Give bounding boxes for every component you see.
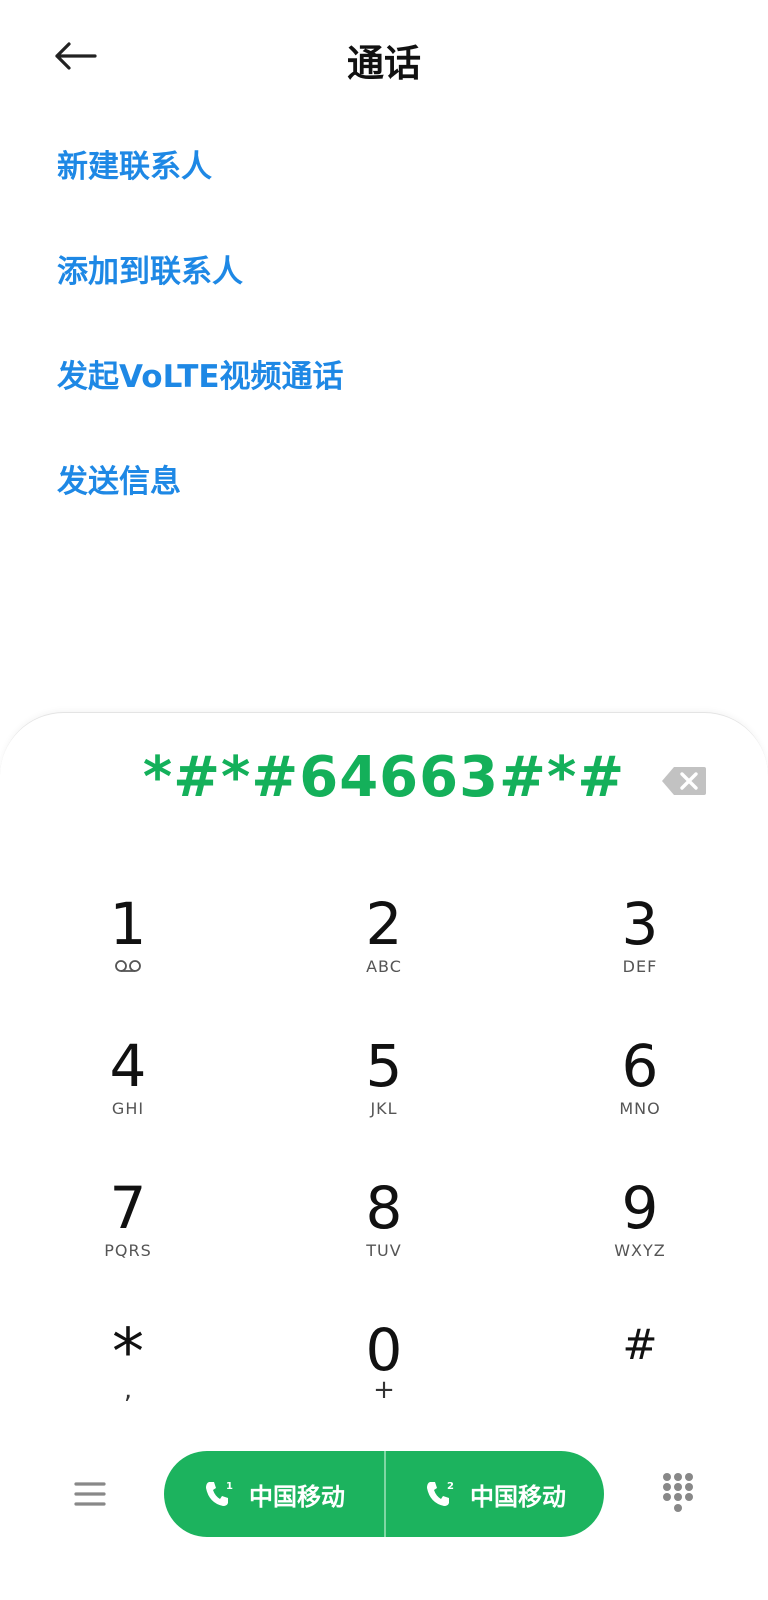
dialpad-grid-icon xyxy=(663,1473,693,1512)
phone-sim1-icon: 1 xyxy=(203,1479,233,1509)
send-message-option[interactable]: 发送信息 xyxy=(0,430,768,535)
page-title: 通话 xyxy=(347,42,421,85)
key-digit: 0 xyxy=(365,1316,403,1384)
backspace-icon xyxy=(662,767,706,795)
key-letters: WXYZ xyxy=(614,1241,666,1260)
key-letters: GHI xyxy=(111,1099,145,1118)
add-to-contact-option[interactable]: 添加到联系人 xyxy=(0,220,768,325)
key-letters: PQRS xyxy=(104,1241,152,1260)
key-digit: 7 xyxy=(109,1174,147,1242)
key-digit: 1 xyxy=(109,890,147,958)
key-digit: 3 xyxy=(621,890,659,958)
key-letters: TUV xyxy=(366,1241,402,1260)
key-5[interactable]: 5 JKL xyxy=(284,1033,484,1153)
options-menu: 新建联系人 添加到联系人 发起VoLTE视频通话 发送信息 xyxy=(0,115,768,535)
key-hash[interactable]: # xyxy=(540,1317,740,1437)
call-buttons: 1 中国移动 2 中国移动 xyxy=(164,1451,604,1537)
key-8[interactable]: 8 TUV xyxy=(284,1175,484,1295)
key-letters: DEF xyxy=(622,957,658,976)
key-digit: 9 xyxy=(621,1174,659,1242)
voicemail-indicator xyxy=(28,957,228,977)
volte-video-call-option[interactable]: 发起VoLTE视频通话 xyxy=(0,325,768,430)
call-sim2-button[interactable]: 2 中国移动 xyxy=(384,1451,604,1537)
key-digit: 4 xyxy=(109,1032,147,1100)
key-0[interactable]: 0 + xyxy=(284,1317,484,1437)
key-letters: ABC xyxy=(366,957,402,976)
backspace-button[interactable] xyxy=(660,765,708,797)
voicemail-icon xyxy=(115,960,141,972)
key-9[interactable]: 9 WXYZ xyxy=(540,1175,740,1295)
svg-text:2: 2 xyxy=(447,1481,454,1492)
key-7[interactable]: 7 PQRS xyxy=(28,1175,228,1295)
key-digit: 8 xyxy=(365,1174,403,1242)
key-3[interactable]: 3 DEF xyxy=(540,891,740,1011)
menu-button[interactable] xyxy=(66,1472,114,1516)
phone-sim2-icon: 2 xyxy=(424,1479,454,1509)
key-star[interactable]: * , xyxy=(28,1317,228,1437)
key-4[interactable]: 4 GHI xyxy=(28,1033,228,1153)
key-2[interactable]: 2 ABC xyxy=(284,891,484,1011)
app-header: 通话 xyxy=(0,0,768,115)
key-letters: JKL xyxy=(370,1099,398,1118)
key-letters: MNO xyxy=(619,1099,661,1118)
key-digit: 2 xyxy=(365,890,403,958)
svg-text:1: 1 xyxy=(226,1481,233,1492)
sim1-carrier-label: 中国移动 xyxy=(249,1482,345,1511)
key-digit: 5 xyxy=(365,1032,403,1100)
new-contact-option[interactable]: 新建联系人 xyxy=(0,115,768,220)
hamburger-menu-icon xyxy=(74,1482,106,1506)
call-sim1-button[interactable]: 1 中国移动 xyxy=(164,1451,384,1537)
key-digit: # xyxy=(622,1320,658,1369)
dialed-number: *#*#64663#*# xyxy=(142,745,626,810)
dialpad-toggle-button[interactable] xyxy=(658,1470,698,1518)
sim2-carrier-label: 中国移动 xyxy=(470,1482,566,1511)
key-6[interactable]: 6 MNO xyxy=(540,1033,740,1153)
key-letters: + xyxy=(373,1375,395,1405)
key-letters: , xyxy=(123,1375,133,1405)
key-1[interactable]: 1 xyxy=(28,891,228,1011)
key-digit: 6 xyxy=(621,1032,659,1100)
